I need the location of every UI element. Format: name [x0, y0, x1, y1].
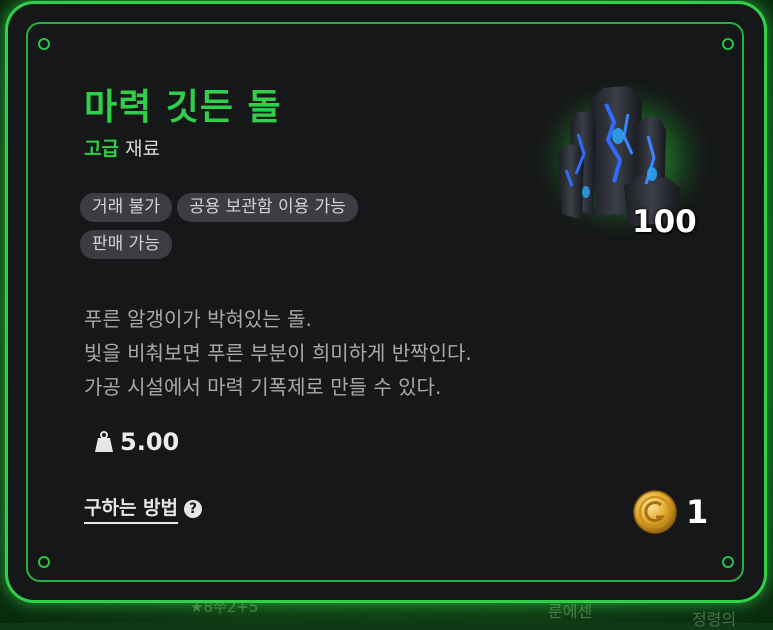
item-description: 푸른 알갱이가 박혀있는 돌. 빛을 비춰보면 푸른 부분이 희미하게 반짝인다… — [84, 302, 684, 404]
background-text: 정령의 — [692, 610, 737, 629]
description-line: 가공 시설에서 마력 기폭제로 만들 수 있다. — [84, 375, 442, 399]
item-weight: 5.00 — [94, 428, 179, 456]
item-grade: 고급 — [84, 138, 119, 160]
frame-corner-ornament — [722, 38, 734, 50]
gold-coin-icon — [633, 490, 677, 534]
help-icon[interactable]: ? — [184, 499, 203, 518]
frame-corner-ornament — [38, 38, 50, 50]
description-line: 푸른 알갱이가 박혀있는 돌. — [84, 307, 312, 331]
item-tooltip-card: 마력 깃든 돌 고급 재료 거래 불가 공용 보관함 이용 가능 판매 가능 1… — [8, 4, 764, 600]
item-type: 고급 재료 — [84, 134, 160, 161]
how-to-obtain-link[interactable]: 구하는 방법 ? — [84, 493, 203, 524]
item-price: 1 — [632, 489, 708, 535]
description-line: 빛을 비춰보면 푸른 부분이 희미하게 반짝인다. — [84, 341, 472, 365]
frame-corner-ornament — [722, 556, 734, 568]
weight-icon — [95, 431, 113, 452]
weight-value: 5.00 — [120, 428, 180, 456]
how-to-obtain-label[interactable]: 구하는 방법 — [84, 493, 179, 524]
item-category: 재료 — [124, 138, 160, 160]
tag-shared-storage: 공용 보관함 이용 가능 — [176, 193, 358, 222]
tag-sellable: 판매 가능 — [80, 230, 172, 259]
item-count: 100 — [632, 204, 697, 240]
tag-untradable: 거래 불가 — [80, 193, 172, 222]
background-text: 룬에센 — [548, 602, 593, 621]
item-tags: 거래 불가 공용 보관함 이용 가능 판매 가능 — [80, 193, 500, 267]
frame-corner-ornament — [38, 556, 50, 568]
price-value: 1 — [686, 493, 709, 531]
item-name: 마력 깃든 돌 — [84, 87, 282, 128]
